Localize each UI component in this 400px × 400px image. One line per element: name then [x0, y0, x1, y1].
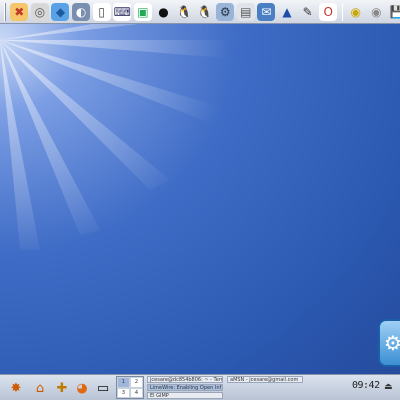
cdrom-icon[interactable]: ◉ [347, 3, 365, 21]
task-button[interactable]: jcesare@dc854b806: ~ - Term [147, 376, 223, 383]
tux-icon[interactable]: 🐧 [175, 3, 193, 21]
task-list: jcesare@dc854b806: ~ - Term aMSN - jcesar… [147, 376, 304, 400]
document-icon[interactable]: ▯ [92, 2, 111, 21]
network-icon[interactable]: ⚙ [216, 2, 235, 21]
kmenu-icon[interactable]: ✸ [6, 378, 26, 398]
bomb-game-icon[interactable]: ● [154, 3, 172, 21]
bottom-taskbar-panel: ✸ ⌂ ✚ ◕ ▭ 1234 jcesare@dc854b806: ~ - Term aM… [0, 374, 400, 400]
side-panel-widget[interactable]: ⚙ [378, 319, 400, 367]
media-player-icon[interactable]: ▣ [133, 2, 152, 21]
pager-desktop-4[interactable]: 4 [130, 387, 143, 398]
firefox-icon[interactable]: ◕ [72, 378, 92, 398]
opera-icon[interactable]: O [319, 2, 338, 21]
gimp-icon[interactable]: ✎ [299, 3, 317, 21]
penguin-game-icon[interactable]: 🐧 [196, 3, 214, 21]
top-launcher-panel: ✖ ◎ ◆ ◐ ▯ ⌨ ▣ ● 🐧 🐧 ⚙ ▤ ✉ ▲ ✎ O ◉ ◉ 💾 [0, 0, 400, 24]
kde-gear-icon: ⚙ [384, 331, 400, 355]
pager-desktop-1[interactable]: 1 [117, 377, 130, 388]
task-button[interactable]: LimeWire: Enabling Open Inf [147, 384, 223, 391]
pager-desktop-2[interactable]: 2 [130, 377, 143, 388]
printer-icon[interactable]: ▤ [236, 2, 255, 21]
floppy-icon[interactable]: 💾 [388, 3, 400, 21]
xmms-icon[interactable]: ✖ [10, 2, 29, 21]
panel-handle[interactable] [4, 2, 6, 21]
task-button[interactable]: El GIMP [147, 392, 223, 399]
clock[interactable]: 09:42 [352, 380, 380, 391]
eject-tray-icon[interactable]: ⏏ [384, 382, 393, 392]
home-icon[interactable]: ⌂ [30, 378, 50, 398]
dvd-icon[interactable]: ◉ [367, 3, 385, 21]
task-button[interactable]: aMSN - jcesare@gmail.com [227, 376, 303, 383]
mail-icon[interactable]: ✉ [257, 2, 276, 21]
pager-desktop-3[interactable]: 3 [117, 387, 130, 398]
package-cube-icon[interactable]: ◆ [51, 2, 70, 21]
launcher-icon[interactable]: ⌨ [113, 2, 132, 21]
globe-browser-icon[interactable]: ◐ [72, 2, 91, 21]
wizard-hat-icon[interactable]: ▲ [278, 3, 296, 21]
control-center-icon[interactable]: ✚ [52, 378, 72, 398]
panel-separator [341, 2, 343, 21]
desktop-pager[interactable]: 1234 [116, 376, 144, 399]
disc-burner-icon[interactable]: ◎ [30, 2, 49, 21]
terminal-icon[interactable]: ▭ [93, 378, 113, 398]
wallpaper-light-rays [0, 0, 260, 250]
